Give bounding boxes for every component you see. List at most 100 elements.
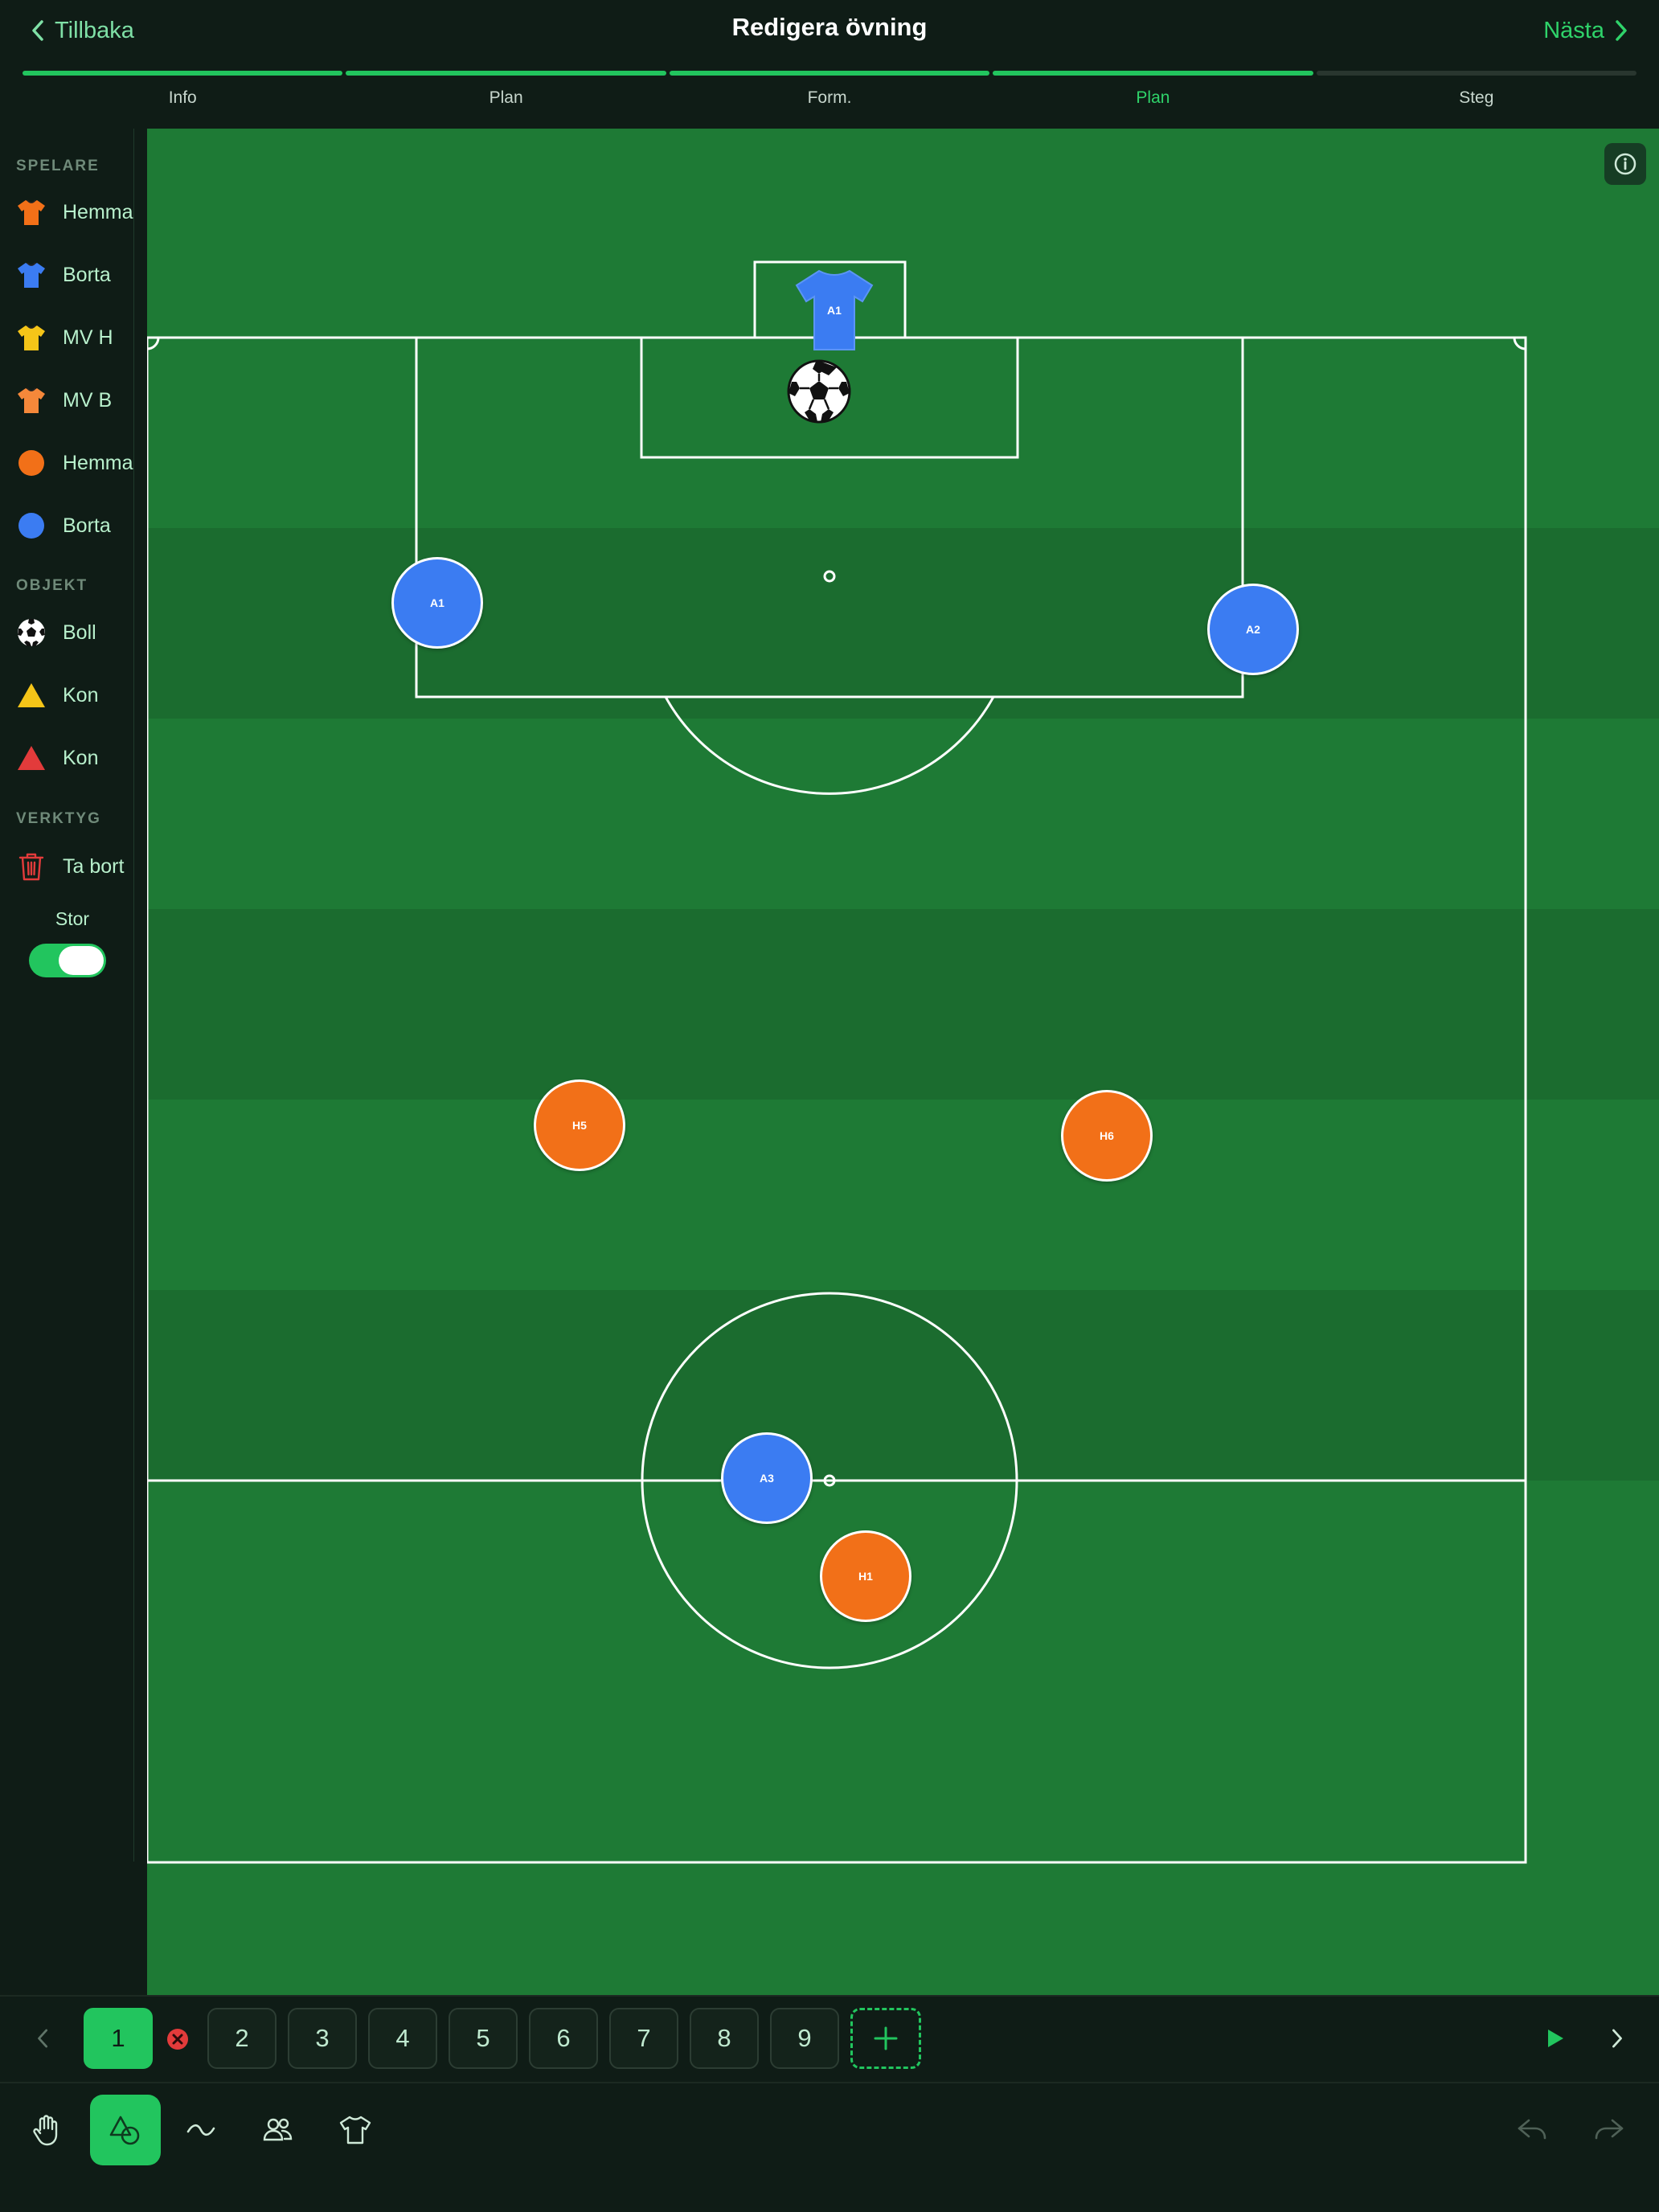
player-token-h5[interactable]: H5 — [534, 1079, 625, 1171]
redo-button[interactable] — [1574, 2095, 1645, 2165]
sidebar-item-label: Hemma — [63, 451, 133, 474]
step-label: Info — [168, 88, 197, 107]
size-toggle-label: Stor — [55, 908, 90, 929]
frame-button-3[interactable]: 3 — [288, 2008, 357, 2069]
play-button[interactable] — [1535, 2019, 1574, 2058]
sidebar-item-label: Ta bort — [63, 854, 125, 878]
page-title: Redigera övning — [731, 13, 928, 41]
chevron-right-icon — [1616, 20, 1627, 41]
sidebar-item-label: Hemma — [63, 200, 133, 223]
sidebar-item-label: Kon — [63, 746, 99, 769]
circle-icon — [16, 510, 47, 541]
sidebar-item-red-cone[interactable]: Kon — [16, 739, 98, 777]
sidebar-edge — [133, 129, 147, 1862]
tactics-board[interactable]: A1 A1 A2 H5 H6 A3 H1 — [147, 129, 1659, 1995]
next-button[interactable]: Nästa — [1543, 14, 1630, 47]
sidebar-item-label: Borta — [63, 514, 111, 537]
section-label-tools: VERKTYG — [16, 810, 101, 827]
sidebar-item-delete[interactable]: Ta bort — [16, 847, 124, 886]
sidebar-item-label: Boll — [63, 621, 96, 644]
jersey-tool-button[interactable] — [320, 2095, 391, 2165]
player-token-h6[interactable]: H6 — [1061, 1090, 1153, 1182]
info-button[interactable] — [1604, 143, 1646, 185]
pitch-lines — [147, 260, 1527, 1864]
chevron-right-icon — [1612, 2029, 1622, 2048]
step-label: Steg — [1459, 88, 1494, 107]
next-frame-button[interactable] — [1598, 2019, 1636, 2058]
previous-frame-button[interactable] — [24, 2019, 63, 2058]
step-steg[interactable]: Steg — [1316, 71, 1637, 108]
frame-button-8[interactable]: 8 — [690, 2008, 759, 2069]
add-frame-button[interactable] — [850, 2008, 921, 2069]
penalty-spot — [823, 570, 836, 583]
sidebar-item-home-token[interactable]: Hemma — [16, 444, 133, 482]
redo-icon — [1595, 2119, 1624, 2140]
jersey-icon — [16, 322, 47, 353]
line-tool-button[interactable] — [166, 2095, 236, 2165]
sidebar-item-label: MV H — [63, 326, 113, 349]
player-token-a1[interactable]: A1 — [391, 557, 483, 649]
section-label-objects: OBJEKT — [16, 577, 88, 594]
step-info[interactable]: Info — [23, 71, 343, 108]
player-token-a2[interactable]: A2 — [1207, 584, 1299, 675]
penalty-arc — [664, 696, 995, 795]
step-bar — [346, 71, 666, 76]
player-token-h1[interactable]: H1 — [820, 1530, 911, 1622]
toggle-knob — [59, 946, 104, 975]
frame-button-1[interactable]: 1 — [84, 2008, 153, 2069]
step-label: Plan — [489, 88, 523, 107]
step-bar — [23, 71, 343, 76]
corner-arc — [147, 337, 160, 350]
step-bar — [1316, 71, 1637, 76]
size-toggle[interactable] — [29, 944, 106, 977]
frame-button-6[interactable]: 6 — [529, 2008, 598, 2069]
jersey-icon — [16, 197, 47, 227]
sidebar-item-keeper-home[interactable]: MV H — [16, 318, 113, 357]
close-icon — [172, 2034, 183, 2045]
undo-button[interactable] — [1497, 2095, 1567, 2165]
header: Tillbaka Redigera övning Nästa Info Plan… — [0, 0, 1659, 129]
step-label: Form. — [807, 88, 852, 107]
frame-button-7[interactable]: 7 — [609, 2008, 678, 2069]
step-bar — [669, 71, 990, 76]
people-icon — [263, 2118, 293, 2141]
play-icon — [1548, 2030, 1563, 2047]
frames-bar: 1 2 3 4 5 6 7 8 9 — [0, 1995, 1659, 2082]
sidebar-item-away-token[interactable]: Borta — [16, 506, 111, 545]
sidebar-item-yellow-cone[interactable]: Kon — [16, 676, 98, 715]
section-label-players: SPELARE — [16, 158, 100, 174]
cone-icon — [16, 680, 47, 711]
circle-icon — [16, 448, 47, 478]
step-plan-current[interactable]: Plan — [993, 71, 1313, 108]
ball-icon — [16, 617, 47, 648]
step-label: Plan — [1136, 88, 1170, 107]
delete-frame-button[interactable] — [167, 2029, 188, 2050]
frame-button-2[interactable]: 2 — [207, 2008, 276, 2069]
frame-button-5[interactable]: 5 — [449, 2008, 518, 2069]
keeper-label: A1 — [827, 304, 842, 317]
tool-bar — [0, 2082, 1659, 2212]
sidebar-item-label: MV B — [63, 388, 113, 412]
sidebar-item-ball[interactable]: Boll — [16, 613, 96, 652]
cone-icon — [16, 743, 47, 773]
shapes-tool-button[interactable] — [90, 2095, 161, 2165]
undo-icon — [1518, 2119, 1546, 2140]
next-label: Nästa — [1543, 17, 1604, 43]
hand-tool-button[interactable] — [11, 2095, 82, 2165]
soccer-ball-icon[interactable] — [787, 359, 851, 424]
corner-arc — [1513, 337, 1526, 350]
sidebar-item-home-jersey[interactable]: Hemma — [16, 193, 133, 231]
frame-button-9[interactable]: 9 — [770, 2008, 839, 2069]
step-form[interactable]: Form. — [669, 71, 990, 108]
frame-button-4[interactable]: 4 — [368, 2008, 437, 2069]
sidebar-item-keeper-away[interactable]: MV B — [16, 381, 112, 420]
sidebar-item-away-jersey[interactable]: Borta — [16, 256, 111, 294]
trash-icon — [16, 851, 47, 882]
hand-icon — [33, 2115, 58, 2146]
step-plan[interactable]: Plan — [346, 71, 666, 108]
sidebar-item-label: Borta — [63, 263, 111, 286]
player-token-a3[interactable]: A3 — [721, 1432, 813, 1524]
players-tool-button[interactable] — [243, 2095, 313, 2165]
chevron-left-icon — [38, 2029, 48, 2048]
jersey-icon — [16, 385, 47, 416]
